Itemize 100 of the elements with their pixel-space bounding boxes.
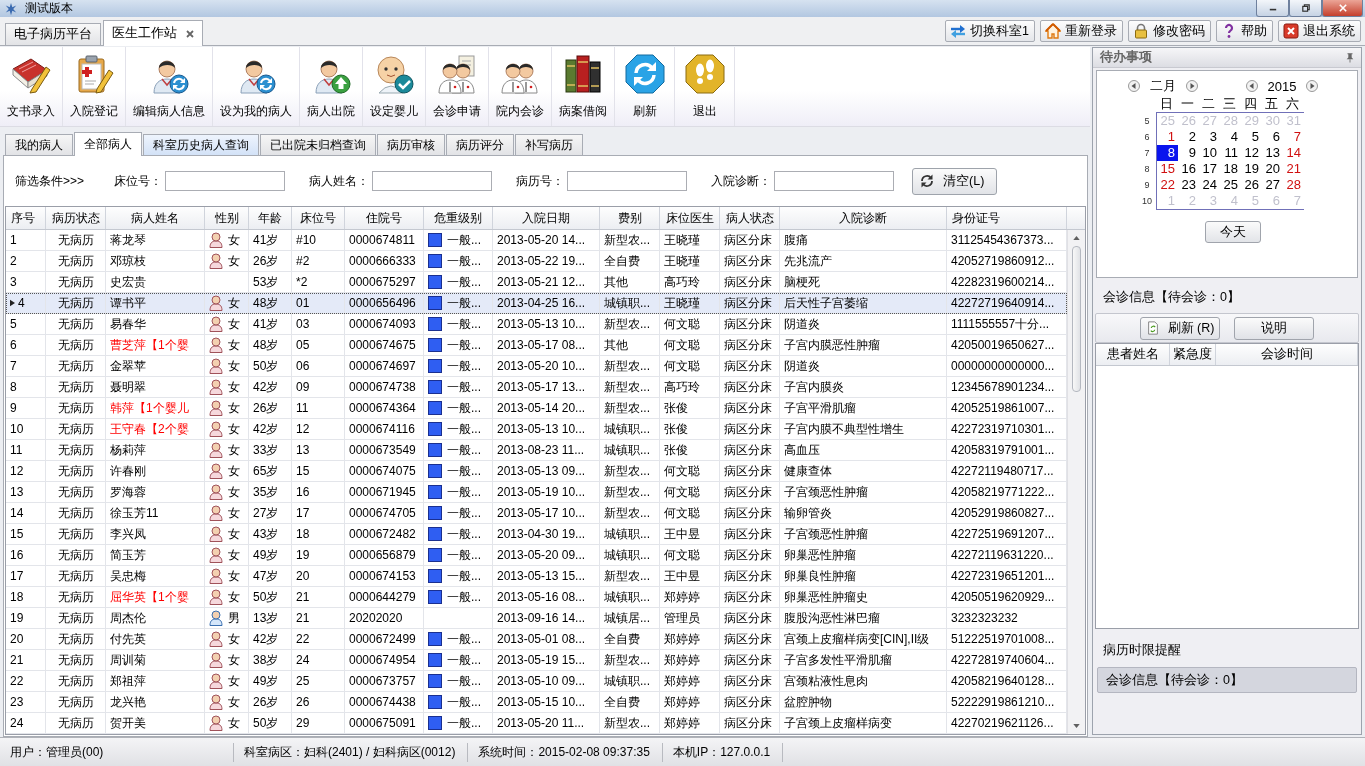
tab[interactable]: 科室历史病人查询 <box>143 134 259 155</box>
calendar-day[interactable]: 14 <box>1283 145 1304 161</box>
table-cell: 31125454367373... <box>951 233 1054 247</box>
minimize-button[interactable] <box>1256 0 1289 17</box>
calendar-day[interactable]: 1 <box>1157 129 1178 145</box>
calendar-day[interactable]: 19 <box>1241 161 1262 177</box>
table-row[interactable]: 8 无病历 聂明翠 女 42岁 09 0000674738 一般... 2013-05-17 13... 新型农... 高巧玲 病区分床 子宫内膜炎 12345678901234... <box>6 377 1067 398</box>
toolbar-button[interactable]: 设为我的病人 <box>213 47 300 126</box>
calendar-day[interactable]: 5 <box>1241 129 1262 145</box>
table-row[interactable]: 16 无病历 简玉芳 女 49岁 19 0000656879 一般... 2013-05-20 09... 城镇职... 何文聪 病区分床 卵巢恶性肿瘤 42272119631220... <box>6 545 1067 566</box>
calendar-day[interactable]: 16 <box>1178 161 1199 177</box>
tab[interactable]: 已出院未归档查询 <box>260 134 376 155</box>
table-row[interactable]: 4 无病历 谭书平 女 48岁 01 0000656496 一般... 2013-04-25 16... 城镇职... 王晓瑾 病区分床 后天性子宫萎缩 42272719640914... <box>6 293 1067 314</box>
toolbar-button[interactable]: 病人出院 <box>300 47 363 126</box>
table-row[interactable]: 15 无病历 李兴凤 女 43岁 18 0000672482 一般... 2013-04-30 19... 城镇职... 王中昱 病区分床 子宫颈恶性肿瘤 42272519691207... <box>6 524 1067 545</box>
table-row[interactable]: 17 无病历 吴忠梅 女 47岁 20 0000674153 一般... 2013-05-13 15... 新型农... 王中昱 病区分床 卵巢良性肿瘤 42272319651201... <box>6 566 1067 587</box>
table-row[interactable]: 10 无病历 王守春【2个婴 女 42岁 12 0000674116 一般... 2013-05-13 10... 城镇职... 张俊 病区分床 子宫内膜不典型性增生 42272319710301... <box>6 419 1067 440</box>
table-row[interactable]: 11 无病历 杨莉萍 女 33岁 13 0000673549 一般... 2013-08-23 11... 城镇职... 张俊 病区分床 高血压 42058319791001... <box>6 440 1067 461</box>
clear-button[interactable]: 清空(L) <box>912 167 998 195</box>
restore-button[interactable] <box>1289 0 1322 17</box>
table-cell: 邓琼枝 <box>110 252 146 270</box>
toolbar-button[interactable]: 退出系统 <box>1278 20 1361 42</box>
toolbar-button[interactable]: 入院登记 <box>63 47 126 126</box>
tab[interactable]: 补写病历 <box>515 134 583 155</box>
calendar-day[interactable]: 21 <box>1283 161 1304 177</box>
calendar-day[interactable]: 13 <box>1262 145 1283 161</box>
table-cell: 新型农... <box>604 483 650 501</box>
tab[interactable]: 全部病人 <box>74 132 142 156</box>
tab[interactable]: 病历审核 <box>377 134 445 155</box>
today-button[interactable]: 今天 <box>1205 221 1261 243</box>
toolbar-button[interactable]: 帮助 <box>1216 20 1273 42</box>
tab[interactable]: 病历评分 <box>446 134 514 155</box>
table-cell: 43岁 <box>253 525 279 543</box>
input-field[interactable] <box>567 171 688 191</box>
table-row[interactable]: 7 无病历 金翠苹 女 50岁 06 0000674697 一般... 2013-05-20 10... 新型农... 何文聪 病区分床 阴道炎 00000000000000... <box>6 356 1067 377</box>
table-row[interactable]: 1 无病历 蒋龙琴 女 41岁 #10 0000674811 一般... 2013-05-20 14... 新型农... 王晓瑾 病区分床 腹痛 31125454367373... <box>6 230 1067 251</box>
calendar-day[interactable]: 2 <box>1178 129 1199 145</box>
input-field[interactable] <box>372 171 493 191</box>
tab[interactable]: 电子病历平台 <box>5 23 101 45</box>
calendar-day[interactable]: 26 <box>1241 177 1262 193</box>
toolbar-button[interactable]: 编辑病人信息 <box>126 47 213 126</box>
table-row[interactable]: 13 无病历 罗海蓉 女 35岁 16 0000671945 一般... 2013-05-19 10... 新型农... 何文聪 病区分床 子宫颈恶性肿瘤 42058219771222... <box>6 482 1067 503</box>
tab[interactable]: 我的病人 <box>5 134 73 155</box>
table-row[interactable]: 21 无病历 周训菊 女 38岁 24 0000674954 一般... 2013-05-19 15... 新型农... 郑婷婷 病区分床 子宫多发性平滑肌瘤 42272819740604... <box>6 650 1067 671</box>
table-row[interactable]: 19 无病历 周杰伦 男 13岁 21 20202020 2013-09-16 14... 城镇居... 管理员 病区分床 腹股沟恶性淋巴瘤 3232323232 <box>6 608 1067 629</box>
table-cell: 其他 <box>604 336 628 354</box>
calendar-day[interactable]: 6 <box>1262 129 1283 145</box>
scrollbar-thumb[interactable] <box>1072 246 1081 392</box>
toolbar-button[interactable]: 退出 <box>675 47 735 126</box>
toolbar-button[interactable]: 重新登录 <box>1040 20 1123 42</box>
toolbar-button[interactable]: 刷新 <box>615 47 675 126</box>
table-row[interactable]: 22 无病历 郑祖萍 女 49岁 25 0000673757 一般... 2013-05-10 09... 城镇职... 郑婷婷 病区分床 宫颈粘液性息肉 42058219640128... <box>6 671 1067 692</box>
refresh-button[interactable]: 刷新 (R) <box>1140 316 1220 340</box>
calendar-day[interactable]: 17 <box>1199 161 1220 177</box>
table-row[interactable]: 12 无病历 许春刚 女 65岁 15 0000674075 一般... 2013-05-13 09... 新型农... 何文聪 病区分床 健康查体 42272119480717... <box>6 461 1067 482</box>
calendar-day[interactable]: 7 <box>1283 129 1304 145</box>
toolbar-button[interactable]: 院内会诊 <box>489 47 552 126</box>
calendar-day[interactable]: 10 <box>1199 145 1220 161</box>
calendar-day[interactable]: 15 <box>1157 161 1178 177</box>
table-row[interactable]: 23 无病历 龙兴艳 女 26岁 26 0000674438 一般... 2013-05-15 10... 全自费 郑婷婷 病区分床 盆腔肿物 52222919861210... <box>6 692 1067 713</box>
toolbar-button[interactable]: 会诊申请 <box>426 47 489 126</box>
table-row[interactable]: 3 无病历 史宏贵 53岁 *2 0000675297 一般... 2013-05-21 12... 其他 高巧玲 病区分床 脑梗死 42282319600214... <box>6 272 1067 293</box>
calendar-day[interactable]: 9 <box>1178 145 1199 161</box>
toolbar-button[interactable]: 病案借阅 <box>552 47 615 126</box>
calendar-day[interactable]: 22 <box>1157 177 1178 193</box>
week-number: 7 <box>1143 147 1151 160</box>
tab[interactable]: 医生工作站 <box>103 20 203 46</box>
calendar-day[interactable]: 3 <box>1199 129 1220 145</box>
calendar-day[interactable]: 27 <box>1262 177 1283 193</box>
table-row[interactable]: 18 无病历 屈华英【1个婴 女 50岁 21 0000644279 一般... 2013-05-16 08... 城镇职... 郑婷婷 病区分床 卵巢恶性肿瘤史 42050519620929... <box>6 587 1067 608</box>
table-row[interactable]: 24 无病历 贺开美 女 50岁 29 0000675091 一般... 2013-05-20 11... 新型农... 郑婷婷 病区分床 子宫颈上皮瘤样病变 42270219621126... <box>6 713 1067 734</box>
table-cell: 高血压 <box>784 441 820 459</box>
help-button[interactable]: 说明 <box>1234 316 1314 340</box>
calendar-day[interactable]: 20 <box>1262 161 1283 177</box>
calendar-day[interactable]: 12 <box>1241 145 1262 161</box>
table-row[interactable]: 20 无病历 付先英 女 42岁 22 0000672499 一般... 2013-05-01 08... 全自费 郑婷婷 病区分床 宫颈上皮瘤样病变[CIN],II级 51222519701008... <box>6 629 1067 650</box>
close-button[interactable] <box>1322 0 1363 17</box>
table-cell: 病区分床 <box>724 651 772 669</box>
scrollbar[interactable] <box>1067 230 1085 734</box>
toolbar-button[interactable]: 修改密码 <box>1128 20 1211 42</box>
calendar-day[interactable]: 23 <box>1178 177 1199 193</box>
table-row[interactable]: 5 无病历 易春华 女 41岁 03 0000674093 一般... 2013-05-13 10... 新型农... 何文聪 病区分床 阴道炎 1111555557十分... <box>6 314 1067 335</box>
table-row[interactable]: 6 无病历 曹芝萍【1个婴 女 48岁 05 0000674675 一般... 2013-05-17 08... 其他 何文聪 病区分床 子宫内膜恶性肿瘤 42050019650627... <box>6 335 1067 356</box>
calendar-day[interactable]: 28 <box>1283 177 1304 193</box>
input-field[interactable] <box>774 171 895 191</box>
calendar-day[interactable]: 11 <box>1220 145 1241 161</box>
table-row[interactable]: 14 无病历 徐玉芳11 女 27岁 17 0000674705 一般... 2013-05-17 10... 新型农... 何文聪 病区分床 输卵管炎 42052919860827... <box>6 503 1067 524</box>
calendar-day[interactable]: 25 <box>1220 177 1241 193</box>
calendar-day[interactable]: 18 <box>1220 161 1241 177</box>
table-row[interactable]: 9 无病历 韩萍【1个婴儿 女 26岁 11 0000674364 一般... 2013-05-14 20... 新型农... 张俊 病区分床 子宫平滑肌瘤 42052519861007... <box>6 398 1067 419</box>
calendar-day[interactable]: 24 <box>1199 177 1220 193</box>
close-icon[interactable] <box>186 29 194 38</box>
table-cell: 42058219771222... <box>951 485 1055 499</box>
toolbar-button[interactable]: 切换科室1 <box>945 20 1035 42</box>
toolbar-button[interactable]: 设定婴儿 <box>363 47 426 126</box>
calendar-day[interactable]: 8 <box>1157 145 1178 161</box>
calendar-day[interactable]: 4 <box>1220 129 1241 145</box>
toolbar-button[interactable]: 文书录入 <box>0 47 63 126</box>
table-row[interactable]: 2 无病历 邓琼枝 女 26岁 #2 0000666333 一般... 2013-05-22 19... 全自费 王晓瑾 病区分床 先兆流产 42052719860912... <box>6 251 1067 272</box>
input-field[interactable] <box>165 171 286 191</box>
